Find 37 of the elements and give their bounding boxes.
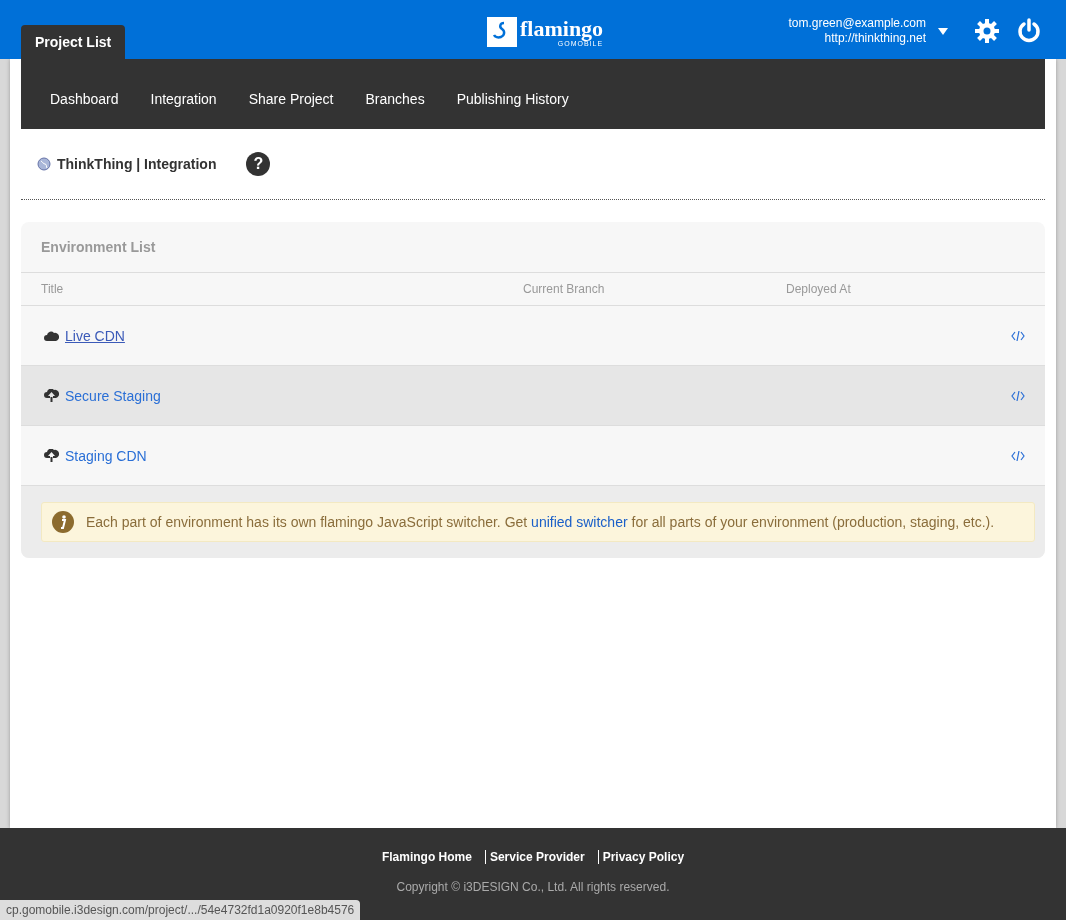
code-icon[interactable] bbox=[1011, 450, 1025, 461]
cloud-icon bbox=[44, 330, 59, 341]
user-email: tom.green@example.com bbox=[788, 16, 926, 31]
nav-link[interactable]: Branches bbox=[365, 91, 425, 107]
power-icon[interactable] bbox=[1016, 18, 1042, 44]
status-url: cp.gomobile.i3design.com/project/.../54e4732fd1a0920f1e8b4576 bbox=[0, 900, 361, 920]
dropdown-caret-icon[interactable] bbox=[938, 27, 948, 35]
code-icon[interactable] bbox=[1011, 330, 1025, 341]
nav-link[interactable]: Publishing History bbox=[456, 91, 569, 107]
info-icon bbox=[52, 511, 74, 533]
project-list-tab[interactable]: Project List bbox=[21, 25, 126, 59]
environment-link[interactable]: Live CDN bbox=[65, 327, 125, 344]
environment-link[interactable]: Staging CDN bbox=[65, 447, 147, 464]
notice-text: Each part of environment has its own flamingo JavaScript switcher. Get unified switcher for all parts of your environment (production, staging, etc.). bbox=[86, 514, 995, 530]
globe-icon bbox=[37, 157, 51, 171]
user-site: http://thinkthing.net bbox=[824, 31, 926, 46]
cloud-upload-icon bbox=[44, 449, 59, 462]
environment-row[interactable]: Secure Staging bbox=[21, 366, 1045, 426]
nav-link[interactable]: Dashboard bbox=[50, 91, 119, 107]
column-header: Current Branch bbox=[523, 282, 606, 296]
nav-link[interactable]: Share Project bbox=[248, 91, 334, 107]
column-header: Title bbox=[41, 282, 65, 296]
logo-name: flamingo bbox=[520, 17, 604, 40]
environment-link[interactable]: Secure Staging bbox=[65, 387, 161, 404]
settings-icon[interactable] bbox=[974, 18, 1000, 44]
unified-switcher-link[interactable]: unified switcher bbox=[531, 514, 628, 530]
copyright-text: Copyright © i3DESIGN Co., Ltd. All rights reserved. bbox=[396, 880, 670, 894]
help-button[interactable]: ? bbox=[246, 152, 271, 176]
page-breadcrumb: ThinkThing | Integration bbox=[57, 156, 217, 172]
panel-title: Environment List bbox=[21, 222, 1045, 273]
nav-link[interactable]: Integration bbox=[150, 91, 217, 107]
column-header: Deployed At bbox=[786, 282, 852, 296]
cloud-upload-icon bbox=[44, 389, 59, 402]
footer-link[interactable]: Flamingo Home bbox=[376, 850, 477, 864]
footer-link[interactable]: Privacy Policy bbox=[597, 850, 690, 864]
code-icon[interactable] bbox=[1011, 390, 1025, 401]
footer-link[interactable]: Service Provider bbox=[484, 850, 590, 864]
